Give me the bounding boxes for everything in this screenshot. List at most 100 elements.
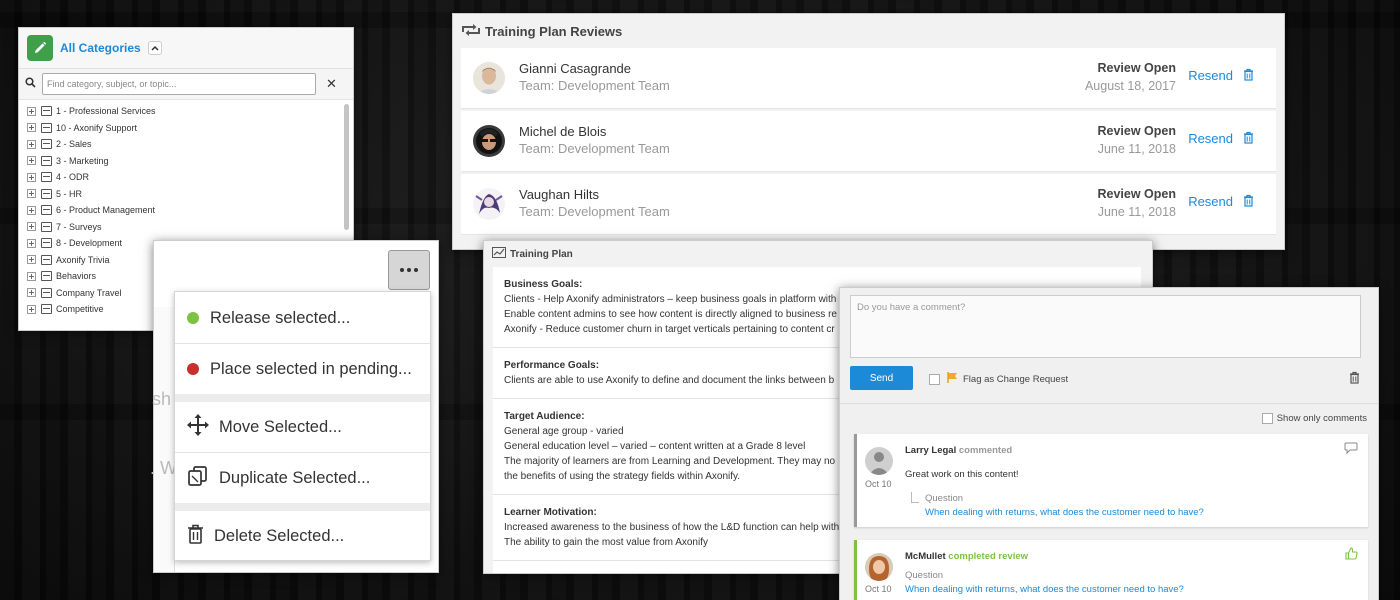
category-item[interactable]: 3 - Marketing bbox=[19, 153, 353, 170]
menu-item-move[interactable]: Move Selected... bbox=[175, 402, 430, 452]
resend-link[interactable]: Resend bbox=[1188, 131, 1233, 146]
expand-plus-icon[interactable] bbox=[27, 123, 36, 133]
expand-plus-icon[interactable] bbox=[27, 106, 36, 116]
dot bbox=[400, 268, 404, 272]
category-item[interactable]: 5 - HR bbox=[19, 186, 353, 203]
category-label: 10 - Axonify Support bbox=[56, 122, 138, 133]
category-icon bbox=[41, 106, 52, 117]
review-status: Review Open bbox=[1097, 124, 1177, 138]
category-item[interactable]: 10 - Axonify Support bbox=[19, 120, 353, 137]
trash-icon[interactable] bbox=[1243, 194, 1254, 212]
reviewer-team: Team: Development Team bbox=[519, 141, 670, 156]
all-categories-title[interactable]: All Categories bbox=[60, 41, 141, 55]
menu-item-label: Move Selected... bbox=[219, 417, 342, 436]
search-icon bbox=[25, 75, 36, 93]
avatar bbox=[865, 553, 893, 581]
menu-item-pending[interactable]: Place selected in pending... bbox=[175, 344, 430, 394]
review-status: Review Open bbox=[1097, 61, 1177, 75]
duplicate-icon bbox=[187, 465, 219, 492]
flag-label: Flag as Change Request bbox=[963, 373, 1069, 385]
reviews-header: Training Plan Reviews bbox=[453, 14, 1284, 48]
red-dot-icon bbox=[187, 363, 199, 375]
category-label: 6 - Product Management bbox=[56, 205, 156, 216]
expand-plus-icon[interactable] bbox=[27, 189, 36, 199]
comment-date: Oct 10 bbox=[865, 584, 892, 594]
category-item[interactable]: 4 - ODR bbox=[19, 169, 353, 186]
show-only-checkbox[interactable] bbox=[1261, 413, 1273, 424]
category-icon bbox=[41, 254, 52, 265]
review-date: August 18, 2017 bbox=[1084, 79, 1176, 93]
reviewer-name: Michel de Blois bbox=[519, 124, 607, 139]
background-text: sh bbox=[152, 389, 172, 409]
resend-link[interactable]: Resend bbox=[1188, 194, 1233, 209]
flag-checkbox[interactable] bbox=[929, 373, 940, 385]
comment-action: completed review bbox=[948, 551, 1029, 562]
resend-link[interactable]: Resend bbox=[1188, 68, 1233, 83]
category-label: 1 - Professional Services bbox=[56, 106, 156, 117]
chart-icon bbox=[492, 247, 510, 261]
move-arrows-icon bbox=[187, 413, 219, 441]
more-options-button[interactable] bbox=[388, 250, 430, 290]
show-only-comments-toggle[interactable]: Show only comments bbox=[1261, 413, 1367, 424]
expand-plus-icon[interactable] bbox=[27, 205, 36, 215]
expand-plus-icon[interactable] bbox=[27, 255, 36, 265]
category-item[interactable]: 1 - Professional Services bbox=[19, 103, 353, 120]
category-icon bbox=[41, 287, 52, 298]
training-plan-header: Training Plan bbox=[484, 241, 1152, 267]
comment-input[interactable] bbox=[850, 295, 1361, 358]
category-item[interactable]: 2 - Sales bbox=[19, 136, 353, 153]
question-link[interactable]: When dealing with returns, what does the… bbox=[925, 507, 1204, 518]
background-text: . W bbox=[150, 458, 177, 478]
menu-item-release[interactable]: Release selected... bbox=[175, 293, 430, 343]
menu-item-duplicate[interactable]: Duplicate Selected... bbox=[175, 453, 430, 503]
category-item[interactable]: 7 - Surveys bbox=[19, 219, 353, 236]
trash-icon[interactable] bbox=[1243, 131, 1254, 149]
send-button[interactable]: Send bbox=[850, 366, 913, 390]
category-list-scrollbar[interactable] bbox=[344, 104, 349, 230]
dot bbox=[414, 268, 418, 272]
category-icon bbox=[41, 155, 52, 166]
expand-plus-icon[interactable] bbox=[27, 271, 36, 281]
category-icon bbox=[41, 188, 52, 199]
expand-plus-icon[interactable] bbox=[27, 222, 36, 232]
question-link[interactable]: When dealing with returns, what does the… bbox=[905, 584, 1184, 595]
expand-plus-icon[interactable] bbox=[27, 156, 36, 166]
expand-plus-icon[interactable] bbox=[27, 172, 36, 182]
category-label: Competitive bbox=[56, 304, 104, 315]
review-row: Vaughan Hilts Team: Development Team Rev… bbox=[461, 174, 1276, 235]
actions-menu: Release selected... Place selected in pe… bbox=[174, 291, 431, 561]
trash-icon[interactable] bbox=[1243, 68, 1254, 86]
review-date: June 11, 2018 bbox=[1097, 205, 1176, 219]
thumbs-up-icon[interactable] bbox=[1345, 547, 1358, 565]
category-label: Company Travel bbox=[56, 287, 122, 298]
comment-date: Oct 10 bbox=[865, 479, 892, 489]
expand-plus-icon[interactable] bbox=[27, 139, 36, 149]
expand-plus-icon[interactable] bbox=[27, 304, 36, 314]
review-date: June 11, 2018 bbox=[1097, 142, 1176, 156]
menu-item-label: Delete Selected... bbox=[214, 526, 345, 545]
dot bbox=[407, 268, 411, 272]
category-label: Behaviors bbox=[56, 271, 97, 282]
category-label: 2 - Sales bbox=[56, 139, 92, 150]
menu-item-delete[interactable]: Delete Selected... bbox=[175, 511, 430, 561]
green-dot-icon bbox=[187, 312, 199, 324]
category-search-input[interactable] bbox=[42, 73, 316, 95]
expand-plus-icon[interactable] bbox=[27, 238, 36, 248]
review-row: Michel de Blois Team: Development Team R… bbox=[461, 111, 1276, 172]
flag-change-request[interactable]: Flag as Change Request bbox=[929, 372, 1068, 386]
chevron-up-icon[interactable] bbox=[147, 41, 162, 55]
trash-icon[interactable] bbox=[1349, 371, 1360, 389]
review-row: Gianni Casagrande Team: Development Team… bbox=[461, 48, 1276, 109]
pencil-icon[interactable] bbox=[27, 35, 53, 61]
category-item[interactable]: 6 - Product Management bbox=[19, 202, 353, 219]
category-picker-header: All Categories bbox=[19, 28, 353, 68]
expand-plus-icon[interactable] bbox=[27, 288, 36, 298]
question-label: Question bbox=[925, 493, 964, 504]
side-strip bbox=[154, 307, 175, 572]
comment-author-line: McMullet completed review bbox=[905, 551, 1028, 562]
speech-bubble-icon[interactable] bbox=[1344, 441, 1358, 459]
comment-author: McMullet bbox=[905, 551, 946, 562]
comment-card: Oct 10 McMullet completed review Questio… bbox=[854, 540, 1368, 600]
close-icon[interactable]: ✕ bbox=[326, 76, 337, 92]
comment-author-line: Larry Legal commented bbox=[905, 445, 1012, 456]
